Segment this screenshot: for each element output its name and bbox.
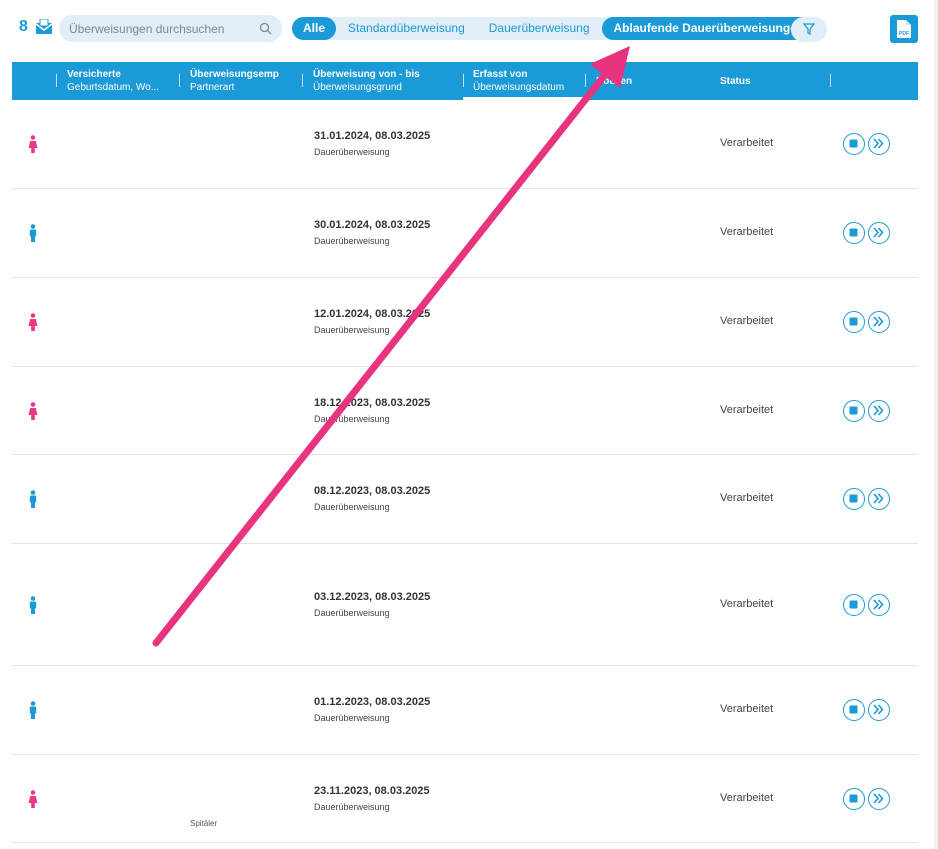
column-status[interactable]: Status xyxy=(720,75,800,88)
result-count: 8 xyxy=(19,18,28,35)
stop-button[interactable] xyxy=(843,699,865,721)
table-row[interactable]: 31.01.2024, 08.03.2025 Dauerüberweisung Ve… xyxy=(12,100,918,189)
period-text: 08.12.2023, 08.03.2025 xyxy=(314,485,431,497)
filter-icon xyxy=(803,23,815,35)
male-person-icon xyxy=(28,595,38,619)
reason-text: Dauerüberweisung xyxy=(314,413,390,424)
stop-button[interactable] xyxy=(843,488,865,510)
double-chevron-right-icon xyxy=(873,227,884,238)
double-chevron-right-icon xyxy=(873,598,884,610)
envelope-icon xyxy=(35,18,53,40)
forward-button[interactable] xyxy=(868,311,890,333)
search-box xyxy=(59,15,282,42)
tab-alle[interactable]: Alle xyxy=(292,17,337,40)
reason-text: Dauerüberweisung xyxy=(314,325,390,335)
forward-button[interactable] xyxy=(868,488,890,510)
tab-ablaufende-dauerueberweisungen[interactable]: Ablaufende Dauerüberweisungen xyxy=(601,17,817,40)
search-input[interactable] xyxy=(69,15,249,42)
reason-text: Dauerüberweisung xyxy=(314,713,390,723)
stop-button[interactable] xyxy=(843,133,865,155)
stop-icon xyxy=(849,406,858,414)
svg-text:PDF: PDF xyxy=(899,31,909,37)
forward-button[interactable] xyxy=(868,222,890,244)
forward-button[interactable] xyxy=(868,399,890,422)
double-chevron-right-icon xyxy=(873,493,884,504)
scrollbar[interactable] xyxy=(934,0,938,849)
stop-button[interactable] xyxy=(843,311,865,333)
stop-icon xyxy=(849,494,858,503)
female-person-icon xyxy=(28,313,38,336)
table-row[interactable]: 23.11.2023, 08.03.2025 Dauerüberweisung Ve… xyxy=(12,755,918,843)
status-text: Verarbeitet xyxy=(720,137,774,149)
period-text: 30.01.2024, 08.03.2025 xyxy=(314,219,431,231)
double-chevron-right-icon xyxy=(873,404,884,416)
female-person-icon xyxy=(28,135,38,158)
status-text: Verarbeitet xyxy=(720,703,774,715)
female-person-icon xyxy=(28,789,38,813)
period-text: 18.12.2023, 08.03.2025 xyxy=(314,396,431,409)
table-row[interactable]: 12.01.2024, 08.03.2025 Dauerüberweisung Ve… xyxy=(12,278,918,367)
pdf-icon: PDF xyxy=(897,20,911,38)
double-chevron-right-icon xyxy=(873,138,884,149)
double-chevron-right-icon xyxy=(873,704,884,715)
male-person-icon xyxy=(28,701,38,724)
period-text: 01.12.2023, 08.03.2025 xyxy=(314,696,431,708)
table-row[interactable]: 30.01.2024, 08.03.2025 Dauerüberweisung Ve… xyxy=(12,189,918,278)
tab-dauerueberweisung[interactable]: Dauerüberweisung xyxy=(477,17,602,40)
double-chevron-right-icon xyxy=(873,316,884,327)
table-row[interactable]: 18.12.2023, 08.03.2025 Dauerüberweisung Ve… xyxy=(12,367,918,455)
table-row[interactable]: 01.12.2023, 08.03.2025 Dauerüberweisung Ve… xyxy=(12,666,918,755)
reason-text: Dauerüberweisung xyxy=(314,801,390,812)
stop-button[interactable] xyxy=(843,593,865,616)
column-erfasst-von[interactable]: Erfasst von Überweisungsdatum xyxy=(473,68,583,94)
stop-icon xyxy=(849,317,858,326)
pdf-export-button[interactable]: PDF xyxy=(890,15,918,43)
column-ueberweisung-von-bis[interactable]: Überweisung von - bis Überweisungsgrund xyxy=(313,68,453,94)
stop-icon xyxy=(849,228,858,237)
tab-standardueberweisung[interactable]: Standardüberweisung xyxy=(336,17,477,40)
column-ueberweisungsempfaenger[interactable]: Überweisungsemp Partnerart xyxy=(190,68,295,94)
reason-text: Dauerüberweisung xyxy=(314,502,390,512)
male-person-icon xyxy=(28,224,38,247)
stop-button[interactable] xyxy=(843,399,865,422)
period-text: 03.12.2023, 08.03.2025 xyxy=(314,590,431,603)
stop-icon xyxy=(849,600,858,608)
reason-text: Dauerüberweisung xyxy=(314,147,390,157)
stop-icon xyxy=(849,794,858,802)
forward-button[interactable] xyxy=(868,133,890,155)
status-text: Verarbeitet xyxy=(720,403,774,416)
status-text: Verarbeitet xyxy=(720,492,774,504)
reason-text: Dauerüberweisung xyxy=(314,236,390,246)
column-versicherte[interactable]: Versicherte Geburtsdatum, Wo... xyxy=(67,68,172,94)
partner-type-text: Spitäler xyxy=(190,819,218,828)
reason-text: Dauerüberweisung xyxy=(314,607,390,618)
forward-button[interactable] xyxy=(868,787,890,810)
stop-button[interactable] xyxy=(843,222,865,244)
status-text: Verarbeitet xyxy=(720,226,774,238)
status-text: Verarbeitet xyxy=(720,315,774,327)
status-text: Verarbeitet xyxy=(720,791,774,804)
table-row[interactable]: 08.12.2023, 08.03.2025 Dauerüberweisung Ve… xyxy=(12,455,918,544)
period-text: 23.11.2023, 08.03.2025 xyxy=(314,784,430,797)
status-text: Verarbeitet xyxy=(720,597,774,610)
forward-button[interactable] xyxy=(868,593,890,616)
stop-icon xyxy=(849,705,858,714)
filter-button[interactable] xyxy=(791,17,827,42)
period-text: 31.01.2024, 08.03.2025 xyxy=(314,130,431,142)
female-person-icon xyxy=(28,401,38,425)
filter-tabs: Alle Standardüberweisung Dauerüberweisun… xyxy=(292,17,817,40)
forward-button[interactable] xyxy=(868,699,890,721)
stop-button[interactable] xyxy=(843,787,865,810)
search-icon[interactable] xyxy=(259,22,272,40)
period-text: 12.01.2024, 08.03.2025 xyxy=(314,308,431,320)
column-notizen[interactable]: Notizen xyxy=(596,75,676,88)
male-person-icon xyxy=(28,490,38,513)
table-header: Versicherte Geburtsdatum, Wo... Überweis… xyxy=(12,62,918,100)
stop-icon xyxy=(849,139,858,148)
table-row[interactable]: 03.12.2023, 08.03.2025 Dauerüberweisung Ve… xyxy=(12,544,918,666)
double-chevron-right-icon xyxy=(873,792,884,804)
